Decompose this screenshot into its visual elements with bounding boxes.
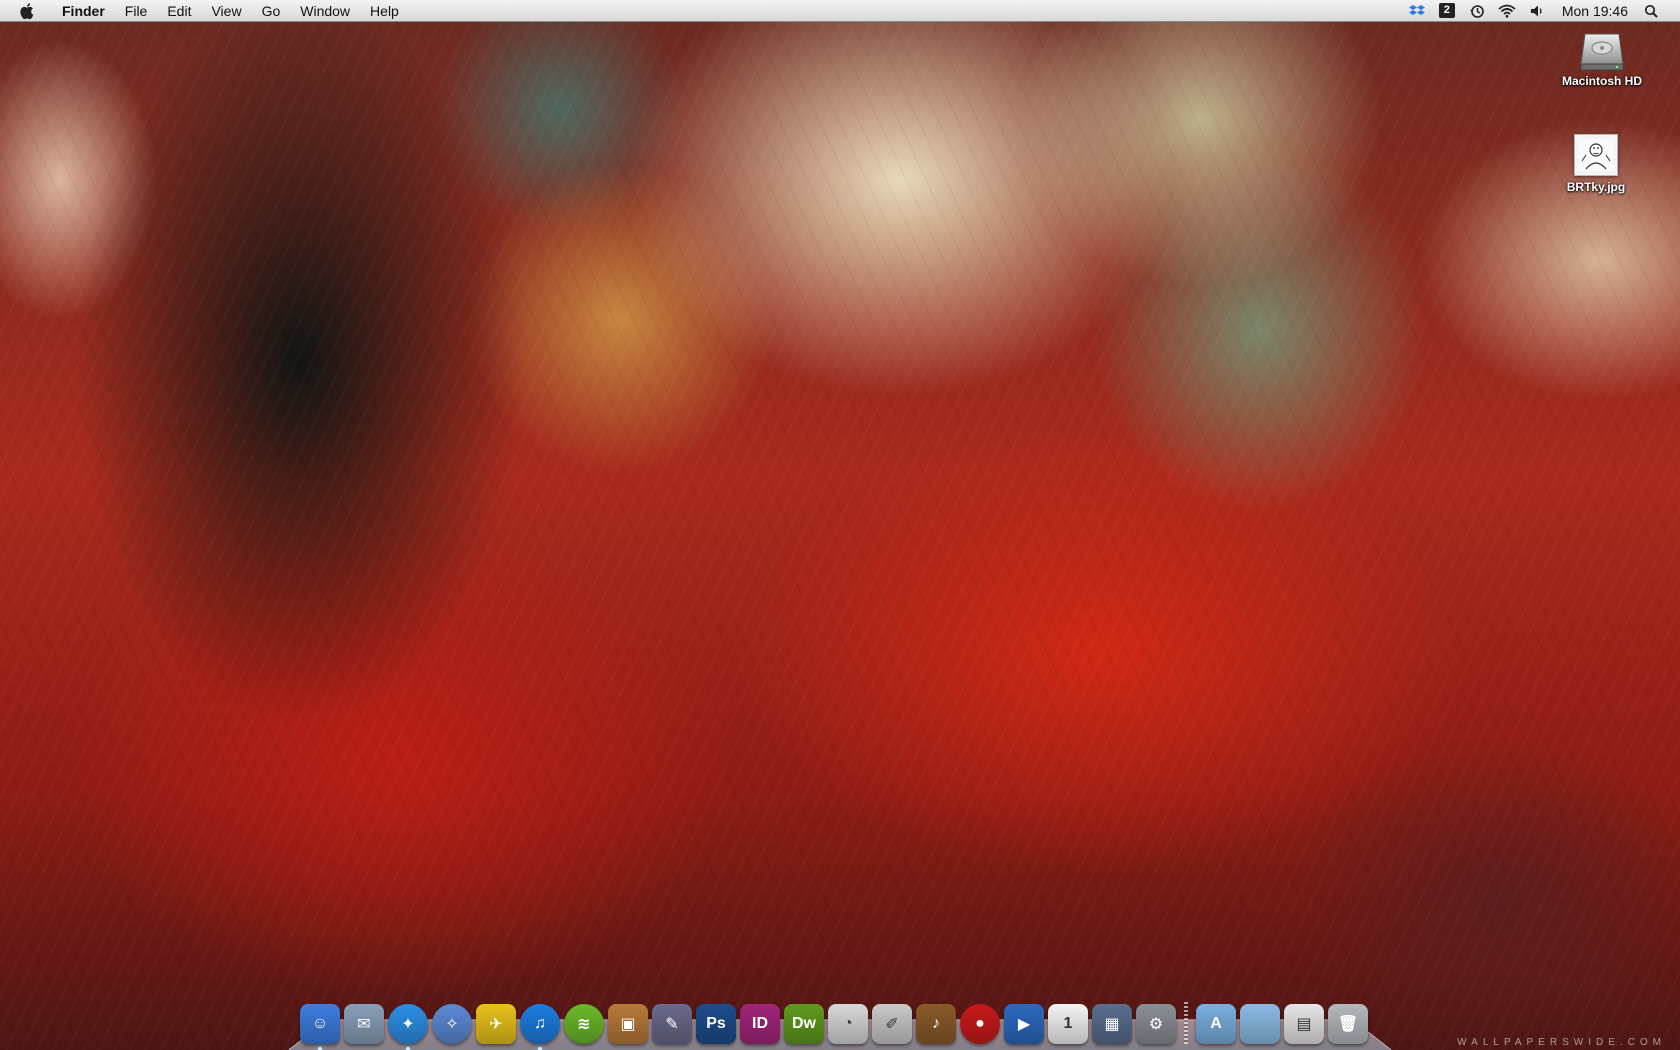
menu-view[interactable]: View [201,0,251,22]
desktop[interactable]: Finder File Edit View Go Window Help 2 M… [0,0,1680,1050]
indesign-icon[interactable]: ID [740,1004,780,1044]
documents-folder-icon[interactable] [1240,1004,1280,1044]
menu-file[interactable]: File [115,0,158,22]
mail-icon[interactable]: ✉ [344,1004,384,1044]
photoshop-icon[interactable]: Ps [696,1004,736,1044]
finder-icon[interactable]: ☺ [300,1004,340,1050]
spotify-glyph: ≋ [577,1016,591,1033]
itunes-icon[interactable]: ♫ [520,1004,560,1050]
iphoto-glyph: ▣ [620,1016,636,1033]
indesign-glyph: ID [752,1015,768,1032]
textedit-glyph: ✐ [885,1016,899,1033]
record-button-icon[interactable]: ● [960,1004,1000,1044]
mail-glyph: ✉ [357,1016,371,1033]
garageband-glyph: ♪ [932,1015,940,1032]
imovie-icon[interactable]: ▶ [1004,1004,1044,1044]
script-editor-icon[interactable]: ✎ [652,1004,692,1044]
dashboard-icon[interactable]: ▦ [1092,1004,1132,1044]
menu-edit[interactable]: Edit [157,0,201,22]
script-editor-glyph: ✎ [665,1016,679,1033]
dreamweaver-glyph: Dw [792,1015,816,1032]
ical-icon[interactable]: 1 [1048,1004,1088,1044]
apple-logo-icon[interactable] [18,2,36,19]
dock-items: ☺ ✉ ✦ ✧ ✈ ♫ ≋ ▣ ✎ Ps ID Dw ◔ ✐ ♪ ● ▶ 1 ▦ ⚙ A ▤ 🗑 [298,996,1370,1050]
dock: ☺ ✉ ✦ ✧ ✈ ♫ ≋ ▣ ✎ Ps ID Dw ◔ ✐ ♪ ● ▶ 1 ▦ ⚙ A ▤ 🗑 [288,990,1392,1050]
twitter-bird-glyph: ✈ [489,1016,503,1033]
wifi-icon[interactable] [1498,3,1516,19]
menu-bar: Finder File Edit View Go Window Help 2 M… [0,0,1680,22]
desktop-icon-label: BRTky.jpg [1566,180,1626,194]
trash-glyph: 🗑 [1337,1016,1359,1033]
volume-icon[interactable] [1528,3,1546,19]
record-button-glyph: ● [975,1015,985,1032]
imovie-glyph: ▶ [1017,1016,1031,1033]
safari-icon[interactable]: ✦ [388,1004,428,1050]
dashboard-glyph: ▦ [1104,1016,1120,1033]
color-picker-icon[interactable]: ◔ [828,1004,868,1044]
dropbox-icon[interactable] [1408,3,1426,19]
safari-glyph: ✦ [401,1016,415,1033]
spotlight-icon[interactable] [1642,3,1660,19]
dock-separator[interactable] [1184,1002,1188,1044]
downloads-stack-glyph: ▤ [1296,1016,1312,1033]
system-preferences-glyph: ⚙ [1148,1016,1164,1033]
desktop-icon-macintosh-hd[interactable]: Macintosh HD [1552,28,1652,88]
twitter-bird-icon[interactable]: ✈ [476,1004,516,1044]
garageband-icon[interactable]: ♪ [916,1004,956,1044]
menu-window[interactable]: Window [290,0,360,22]
time-machine-icon[interactable] [1468,3,1486,19]
photoshop-glyph: Ps [706,1015,726,1032]
spaces-number: 2 [1438,3,1455,18]
wallpaper-watermark: WALLPAPERSWIDE.COM [1457,1037,1666,1048]
image-file-icon [1574,134,1618,176]
applications-folder-icon[interactable]: A [1196,1004,1236,1044]
system-preferences-icon[interactable]: ⚙ [1136,1004,1176,1044]
network-utility-glyph: ✧ [445,1016,459,1033]
desktop-icon-brtky-jpg[interactable]: BRTky.jpg [1546,134,1646,194]
itunes-glyph: ♫ [534,1015,546,1032]
network-utility-icon[interactable]: ✧ [432,1004,472,1044]
spaces-icon[interactable]: 2 [1438,3,1456,19]
textedit-icon[interactable]: ✐ [872,1004,912,1044]
menu-clock[interactable]: Mon 19:46 [1552,3,1636,19]
desktop-icon-label: Macintosh HD [1561,74,1642,88]
menu-extras: 2 Mon 19:46 [1402,0,1680,22]
downloads-stack-icon[interactable]: ▤ [1284,1004,1324,1044]
ical-glyph: 1 [1063,1015,1073,1032]
trash-icon[interactable]: 🗑 [1328,1004,1368,1044]
spotify-icon[interactable]: ≋ [564,1004,604,1044]
applications-folder-glyph: A [1210,1015,1222,1032]
menu-go[interactable]: Go [252,0,291,22]
menu-app-finder[interactable]: Finder [52,0,115,22]
hard-drive-icon [1579,28,1625,71]
iphoto-icon[interactable]: ▣ [608,1004,648,1044]
menu-help[interactable]: Help [360,0,409,22]
wallpaper-texture [0,0,1680,1050]
color-picker-glyph: ◔ [843,1015,853,1032]
dreamweaver-icon[interactable]: Dw [784,1004,824,1044]
finder-glyph: ☺ [311,1015,329,1032]
